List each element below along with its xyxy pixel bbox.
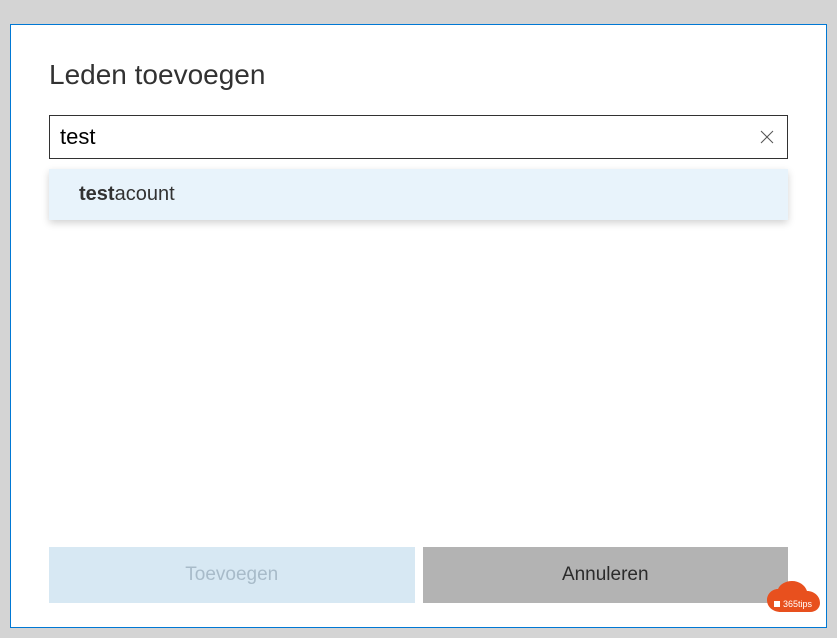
suggestion-item[interactable]: testacount [49, 169, 788, 220]
suggestion-match: test [79, 183, 115, 205]
dialog-content: Leden toevoegen testacount Toevoegen [11, 25, 826, 627]
clear-search-button[interactable] [757, 127, 777, 147]
close-icon [760, 130, 774, 144]
add-button[interactable]: Toevoegen [49, 547, 415, 603]
watermark-badge: 365tips [763, 580, 825, 622]
dialog-title: Leden toevoegen [49, 59, 788, 91]
suggestions-dropdown: testacount [49, 169, 788, 220]
watermark-label: 365tips [783, 599, 813, 609]
search-field[interactable] [49, 115, 788, 159]
cancel-button[interactable]: Annuleren [423, 547, 789, 603]
search-input[interactable] [60, 124, 747, 150]
cloud-icon: 365tips [763, 580, 825, 622]
add-members-dialog: Leden toevoegen testacount Toevoegen [10, 24, 827, 628]
dialog-footer: Toevoegen Annuleren [49, 547, 788, 603]
suggestion-rest: acount [115, 183, 175, 205]
search-wrapper: testacount [49, 115, 788, 159]
